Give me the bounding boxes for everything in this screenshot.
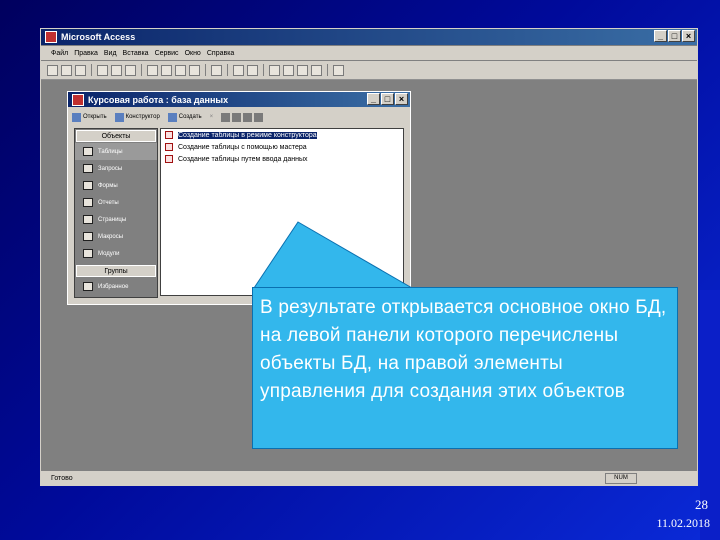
callout-text: В результате открывается основное окно Б… [260,297,667,402]
slide-number: 28 [695,497,708,512]
slide-date: 11.02.2018 [656,516,710,530]
callout-box: В результате открывается основное окно Б… [252,287,678,449]
callout-pointer [253,221,414,289]
